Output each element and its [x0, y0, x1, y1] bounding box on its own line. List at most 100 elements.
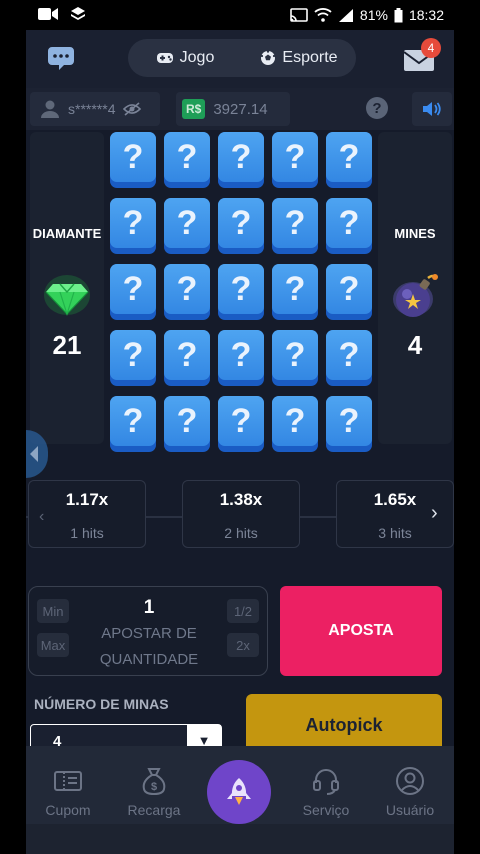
soccer-ball-icon: [261, 50, 276, 65]
nav-item-usuario[interactable]: Usuário: [368, 746, 452, 824]
mine-tile[interactable]: ?: [110, 396, 156, 452]
bet-button[interactable]: APOSTA: [280, 586, 442, 676]
multiplier-hits: 3 hits: [378, 525, 412, 541]
question-mark-icon: ?: [272, 198, 318, 248]
mine-tile[interactable]: ?: [110, 132, 156, 188]
question-mark-icon: ?: [164, 132, 210, 182]
mine-tile[interactable]: ?: [218, 198, 264, 254]
mine-tile[interactable]: ?: [326, 132, 372, 188]
mine-tile[interactable]: ?: [272, 396, 318, 452]
question-mark-icon: ?: [272, 132, 318, 182]
mine-tile[interactable]: ?: [164, 330, 210, 386]
mine-tile[interactable]: ?: [218, 132, 264, 188]
multiplier-value: 1.17x: [65, 490, 109, 509]
multiplier-value: 1.38x: [219, 490, 263, 509]
coupon-icon: [54, 771, 82, 791]
balance-value: 3927.14: [213, 100, 268, 118]
question-mark-icon: ?: [326, 330, 372, 380]
bet-quantity-value[interactable]: 1: [85, 597, 213, 619]
battery-percent: 81%: [359, 7, 388, 23]
half-button[interactable]: 1/2: [227, 599, 259, 623]
mines-label: MINES: [394, 226, 436, 241]
mine-tile[interactable]: ?: [110, 198, 156, 254]
question-mark-icon: ?: [218, 198, 264, 248]
bottom-spacer: [26, 824, 454, 854]
tab-esporte[interactable]: Esporte: [242, 42, 356, 74]
diamonds-panel: DIAMANTE 21: [30, 132, 104, 444]
mine-tile[interactable]: ?: [272, 264, 318, 320]
question-mark-icon: ?: [110, 330, 156, 380]
question-mark-icon: ?: [272, 330, 318, 380]
question-mark-icon: ?: [218, 264, 264, 314]
nav-label: Usuário: [385, 802, 435, 818]
double-button[interactable]: 2x: [227, 633, 259, 657]
nav-item-servico[interactable]: Serviço: [284, 746, 368, 824]
mine-tile[interactable]: ?: [272, 330, 318, 386]
chat-icon[interactable]: [44, 44, 76, 74]
mine-tile[interactable]: ?: [326, 396, 372, 452]
mine-tile[interactable]: ?: [326, 198, 372, 254]
mine-tile[interactable]: ?: [218, 264, 264, 320]
wifi-icon: [314, 8, 332, 22]
bet-quantity-box: Min Max 1 APOSTAR DE QUANTIDADE 1/2 2x: [28, 586, 268, 676]
balance-display: R$ 3927.14: [176, 92, 290, 126]
help-icon[interactable]: ?: [366, 97, 388, 119]
autopick-button[interactable]: Autopick: [246, 694, 442, 750]
min-button[interactable]: Min: [37, 599, 69, 623]
status-right-icons: 81% 18:32: [290, 7, 444, 23]
headset-icon: [313, 769, 339, 795]
question-mark-icon: ?: [326, 132, 372, 182]
mine-tile[interactable]: ?: [272, 132, 318, 188]
mine-tile[interactable]: ?: [164, 396, 210, 452]
eye-hidden-icon[interactable]: [123, 102, 142, 116]
question-mark-icon: ?: [272, 396, 318, 446]
video-camera-icon: [38, 8, 58, 20]
user-account[interactable]: s******4: [30, 92, 160, 126]
question-mark-icon: ?: [110, 396, 156, 446]
nav-item-cupom[interactable]: Cupom: [26, 746, 110, 824]
question-mark-icon: ?: [218, 132, 264, 182]
username: s******4: [68, 101, 116, 117]
mine-tile[interactable]: ?: [218, 330, 264, 386]
chevron-left-icon[interactable]: ‹: [39, 508, 44, 526]
tab-jogo[interactable]: Jogo: [128, 42, 242, 74]
user-bar: s******4 R$ 3927.14 ?: [26, 88, 454, 130]
question-mark-icon: ?: [110, 198, 156, 248]
nav-label: Recarga: [127, 802, 181, 818]
moneybag-icon: $: [142, 768, 166, 796]
mode-switch: Jogo Esporte: [128, 39, 356, 77]
question-mark-icon: ?: [164, 198, 210, 248]
diamonds-count: 21: [52, 330, 82, 360]
mines-panel: MINES 4: [378, 132, 452, 444]
multiplier-hits: 2 hits: [224, 525, 258, 541]
nav-item-recarga[interactable]: $ Recarga: [112, 746, 196, 824]
clock: 18:32: [408, 7, 444, 23]
mine-tile[interactable]: ?: [326, 330, 372, 386]
mines-number-label: NÚMERO DE MINAS: [34, 696, 169, 712]
question-mark-icon: ?: [164, 330, 210, 380]
bet-quantity-label: APOSTAR DE QUANTIDADE: [99, 625, 199, 668]
max-button[interactable]: Max: [37, 633, 69, 657]
chevron-right-icon[interactable]: ›: [431, 502, 438, 525]
tab-jogo-label: Jogo: [179, 49, 215, 66]
question-mark-icon: ?: [326, 264, 372, 314]
layers-icon: [71, 7, 85, 20]
mine-tile[interactable]: ?: [218, 396, 264, 452]
nav-label: Serviço: [302, 802, 350, 818]
multiplier-strip: 1.17x 1 hits ‹ 1.38x 2 hits 1.65x 3 hits…: [26, 478, 454, 552]
game-app: Jogo Esporte 4 s******4 R$ 3927.14 ? DIA…: [26, 30, 454, 854]
mine-tile[interactable]: ?: [326, 264, 372, 320]
top-bar: Jogo Esporte 4: [26, 30, 454, 88]
status-bar: 81% 18:32: [0, 0, 480, 30]
sound-button[interactable]: [412, 92, 452, 126]
nav-item-home[interactable]: [207, 760, 271, 824]
rocket-icon: [227, 778, 251, 805]
nav-label: Cupom: [45, 802, 91, 818]
mine-tile[interactable]: ?: [164, 198, 210, 254]
mine-tile[interactable]: ?: [110, 330, 156, 386]
bomb-icon: [393, 274, 438, 317]
mine-tile[interactable]: ?: [164, 264, 210, 320]
mine-tile[interactable]: ?: [164, 132, 210, 188]
mine-tile[interactable]: ?: [110, 264, 156, 320]
mine-tile[interactable]: ?: [272, 198, 318, 254]
